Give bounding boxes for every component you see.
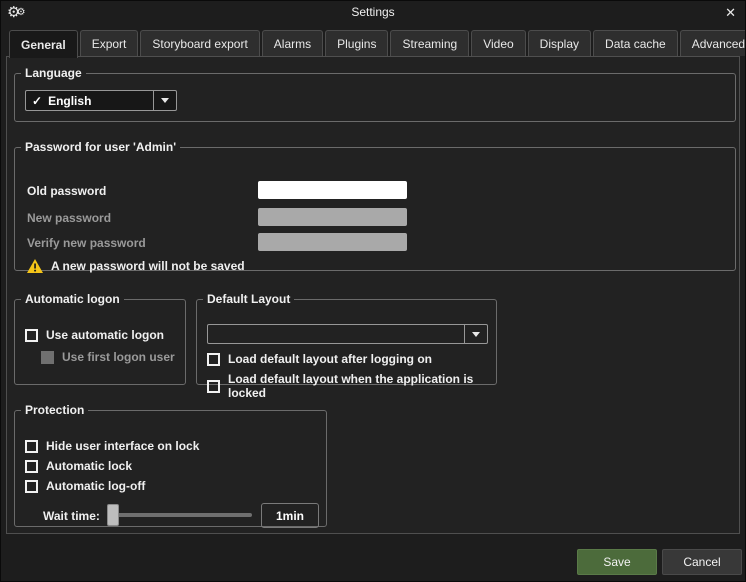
checkbox-icon[interactable] [207, 353, 220, 366]
automatic-lock-label: Automatic lock [46, 459, 132, 473]
language-dropdown[interactable]: ✓ English [25, 90, 177, 111]
automatic-logoff-checkbox[interactable]: Automatic log-off [25, 479, 145, 493]
chevron-down-icon [472, 332, 480, 337]
checkbox-icon[interactable] [25, 440, 38, 453]
wait-time-value[interactable]: 1min [261, 503, 319, 528]
tab-plugins[interactable]: Plugins [325, 30, 388, 56]
warning-icon [27, 259, 43, 273]
load-default-layout-when-locked-label: Load default layout when the application… [228, 372, 496, 400]
wait-time-label: Wait time: [43, 509, 100, 523]
tab-data-cache[interactable]: Data cache [593, 30, 678, 56]
password-group: Password for user 'Admin' Old password N… [14, 140, 736, 271]
settings-tab-bar: General Export Storyboard export Alarms … [9, 30, 746, 57]
new-password-input [258, 208, 407, 226]
window-title: Settings [1, 5, 745, 19]
checkbox-icon[interactable] [25, 329, 38, 342]
checkbox-icon[interactable] [207, 380, 220, 393]
language-group-legend: Language [21, 66, 86, 80]
automatic-logoff-label: Automatic log-off [46, 479, 145, 493]
tab-display[interactable]: Display [528, 30, 591, 56]
protection-legend: Protection [21, 403, 88, 417]
general-tab-panel: Language ✓ English Password for user 'Ad… [6, 56, 740, 534]
load-default-layout-after-logon-checkbox[interactable]: Load default layout after logging on [207, 352, 432, 366]
selected-check-icon: ✓ [32, 94, 42, 108]
load-default-layout-after-logon-label: Load default layout after logging on [228, 352, 432, 366]
tab-general[interactable]: General [9, 30, 78, 58]
default-layout-selected-value [208, 325, 464, 343]
checkbox-icon[interactable] [25, 460, 38, 473]
verify-password-label: Verify new password [27, 236, 146, 250]
language-dropdown-arrow[interactable] [153, 91, 176, 110]
use-first-logon-user-checkbox: Use first logon user [41, 350, 175, 364]
wait-time-slider-track[interactable] [110, 513, 252, 517]
new-password-label: New password [27, 211, 111, 225]
protection-group: Protection Hide user interface on lock A… [14, 403, 327, 527]
tab-storyboard-export[interactable]: Storyboard export [140, 30, 259, 56]
default-layout-group: Default Layout Load default layout after… [196, 292, 497, 385]
default-layout-dropdown-arrow[interactable] [464, 325, 487, 343]
old-password-label: Old password [27, 184, 106, 198]
cancel-button[interactable]: Cancel [662, 549, 742, 575]
default-layout-legend: Default Layout [203, 292, 294, 306]
title-bar: ⚙⚙ Settings ✕ [1, 1, 745, 26]
old-password-input[interactable] [258, 181, 407, 199]
automatic-lock-checkbox[interactable]: Automatic lock [25, 459, 132, 473]
use-first-logon-user-label: Use first logon user [62, 350, 175, 364]
tab-export[interactable]: Export [80, 30, 139, 56]
language-selected-value: English [48, 94, 91, 108]
tab-streaming[interactable]: Streaming [390, 30, 469, 56]
automatic-logon-group: Automatic logon Use automatic logon Use … [14, 292, 186, 385]
close-icon[interactable]: ✕ [725, 4, 736, 22]
chevron-down-icon [161, 98, 169, 103]
password-warning: A new password will not be saved [27, 259, 245, 273]
warning-text: A new password will not be saved [51, 259, 245, 273]
hide-ui-on-lock-checkbox[interactable]: Hide user interface on lock [25, 439, 199, 453]
default-layout-dropdown[interactable] [207, 324, 488, 344]
load-default-layout-when-locked-checkbox[interactable]: Load default layout when the application… [207, 372, 496, 400]
hide-ui-on-lock-label: Hide user interface on lock [46, 439, 199, 453]
save-button[interactable]: Save [577, 549, 657, 575]
tab-advanced[interactable]: Advanced [680, 30, 746, 56]
verify-password-input [258, 233, 407, 251]
automatic-logon-legend: Automatic logon [21, 292, 124, 306]
checkbox-icon [41, 351, 54, 364]
tab-alarms[interactable]: Alarms [262, 30, 323, 56]
use-automatic-logon-checkbox[interactable]: Use automatic logon [25, 328, 164, 342]
tab-video[interactable]: Video [471, 30, 525, 56]
language-group: Language ✓ English [14, 66, 736, 122]
wait-time-slider-handle[interactable] [107, 504, 119, 526]
use-automatic-logon-label: Use automatic logon [46, 328, 164, 342]
settings-window: ⚙⚙ Settings ✕ General Export Storyboard … [0, 0, 746, 582]
password-group-legend: Password for user 'Admin' [21, 140, 180, 154]
checkbox-icon[interactable] [25, 480, 38, 493]
